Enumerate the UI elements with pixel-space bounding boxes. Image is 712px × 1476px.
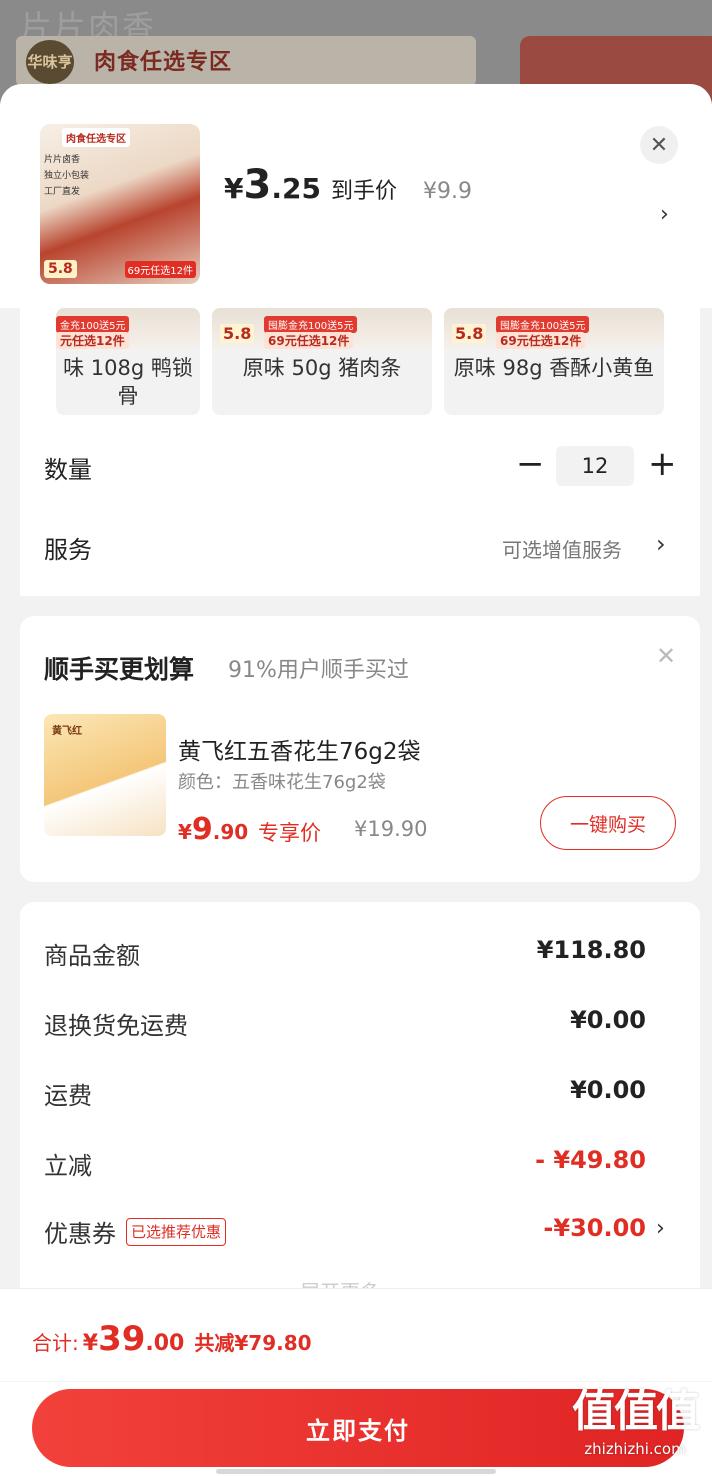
bundle-product-spec: 颜色：五香味花生76g2袋 [178,772,386,793]
bundle-original-price: ¥19.90 [354,817,428,841]
close-icon[interactable]: ✕ [656,642,676,670]
total-integer: 39 [98,1319,146,1359]
coupon-tag: 已选推荐优惠 [126,1217,227,1246]
coupon-label: 优惠券 [44,1220,116,1248]
total-label: 合计: [32,1331,79,1355]
variant-price-badge: 5.8 [220,324,255,343]
variant-price-badge: 5.8 [452,324,487,343]
final-price: ¥ 3 .25 到手价 ¥9.9 [224,162,472,208]
summary-row: 退换货免运费 ¥0.00 [44,1006,646,1040]
product-thumbnail[interactable]: 肉食任选专区 片片卤香 独立小包装 工厂直发 5.8 69元任选12件 [40,124,200,284]
brand-logo: 华味亨 [26,40,74,84]
chevron-right-icon[interactable]: › [656,1216,665,1241]
variant-name: 原味 98g 香酥小黄鱼 [453,356,655,380]
chevron-right-icon[interactable]: › [660,202,669,227]
thumbnail-features: 片片卤香 独立小包装 工厂直发 [44,155,90,197]
divider [0,1381,712,1382]
thumbnail-price: 5.8 [44,260,77,278]
watermark-logo: 值值值 zhizhizhi.com [572,1386,700,1458]
variant-option[interactable]: 金充100送5元 元任选12件 味 108g 鸭锁骨 [56,308,200,415]
coupon-row[interactable]: 优惠券 已选推荐优惠 -¥30.00 [44,1214,646,1254]
price-decimal: .25 [271,172,321,205]
summary-row: 运费 ¥0.00 [44,1076,646,1110]
variant-option[interactable]: 5.8 囤膨金充100送5元 69元任选12件 原味 50g 猪肉条 [212,308,432,415]
sheet-header: 肉食任选专区 片片卤香 独立小包装 工厂直发 5.8 69元任选12件 ¥ 3 … [0,84,712,308]
thumbnail-promo: 69元任选12件 [124,261,196,278]
currency-symbol: ¥ [224,172,244,205]
bundle-price: ¥9.90 [178,812,249,847]
coupon-value: -¥30.00 [543,1214,646,1242]
thumbnail-tag: 肉食任选专区 [62,128,130,147]
total-decimal: .00 [145,1331,185,1356]
background-banner-text: 肉食任选专区 [94,50,233,75]
one-click-buy-button[interactable]: 一键购买 [540,796,676,850]
bundle-offer-card: 顺手买更划算 91%用户顺手买过 ✕ 黄飞红 黄飞红五香花生76g2袋 颜色：五… [20,616,700,882]
price-integer: 3 [243,162,272,208]
bundle-title: 顺手买更划算 [44,655,195,684]
quantity-label: 数量 [44,456,92,484]
bundle-product-name[interactable]: 黄飞红五香花生76g2袋 [178,732,421,766]
variant-name: 味 108g 鸭锁骨 [63,356,193,408]
purchase-sheet: 肉食任选专区 片片卤香 独立小包装 工厂直发 5.8 69元任选12件 ¥ 3 … [0,84,712,1476]
close-icon[interactable]: ✕ [640,126,678,164]
variant-option[interactable]: 5.8 囤膨金充100送5元 69元任选12件 原味 98g 香酥小黄鱼 [444,308,664,415]
bundle-price-label: 专享价 [258,821,321,845]
background-banner [16,36,476,86]
home-indicator [216,1469,496,1474]
service-label: 服务 [44,536,92,564]
order-total: 合计: ¥ 39 .00 共减¥79.80 [32,1319,312,1359]
bundle-subtitle: 91%用户顺手买过 [228,658,409,683]
quantity-minus-button[interactable]: − [516,444,545,484]
total-savings: 共减¥79.80 [194,1331,312,1355]
chevron-right-icon[interactable]: › [656,530,666,558]
original-price: ¥9.9 [422,179,472,204]
summary-row: 商品金额 ¥118.80 [44,936,646,970]
price-label: 到手价 [330,179,397,204]
quantity-input[interactable]: 12 [556,446,634,486]
variant-name: 原味 50g 猪肉条 [242,356,402,380]
service-selector[interactable]: 可选增值服务 [502,534,622,563]
summary-row: 立减 - ¥49.80 [44,1146,646,1180]
quantity-plus-button[interactable]: + [648,444,677,484]
bundle-product-image[interactable]: 黄飞红 [44,714,166,836]
